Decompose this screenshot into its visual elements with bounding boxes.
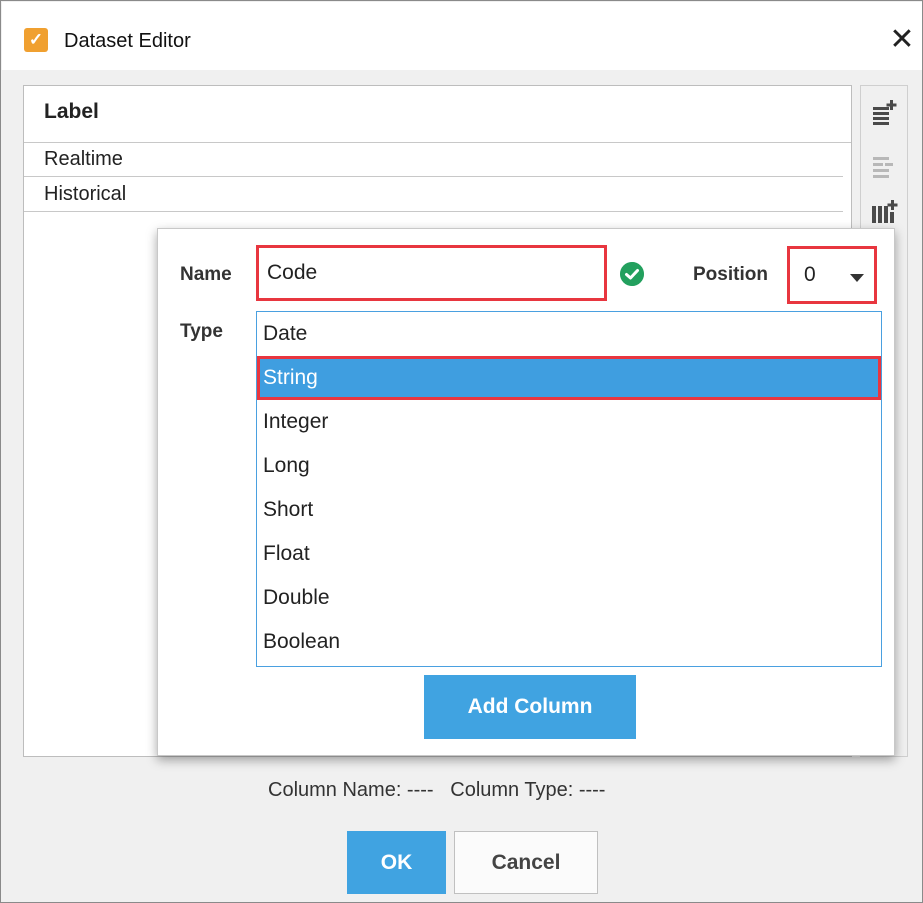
type-option-long[interactable]: Long [257,444,881,488]
type-option-double[interactable]: Double [257,576,881,620]
name-field-highlight [256,245,607,301]
add-column-icon[interactable] [869,196,899,226]
table-row[interactable]: Realtime [24,142,843,177]
name-label: Name [180,264,232,285]
type-option-string[interactable]: String [257,356,881,400]
type-label: Type [180,321,223,342]
type-list[interactable]: Date String Integer Long Short Float Dou… [256,311,882,667]
check-circle-icon [620,262,644,286]
table-row[interactable]: Historical [24,177,843,212]
type-option-boolean[interactable]: Boolean [257,620,881,664]
name-input[interactable] [265,254,597,292]
remove-row-icon[interactable] [869,152,899,182]
chevron-down-icon [850,274,864,282]
dataset-editor-icon: ✓ [24,28,48,52]
close-button[interactable]: ✕ [880,18,923,62]
position-dropdown[interactable]: 0 [787,246,877,304]
cancel-button[interactable]: Cancel [454,831,598,894]
column-header-text: Label [44,100,99,123]
column-info-text: Column Name: ---- Column Type: ---- [268,779,606,801]
title-bar: ✓ Dataset Editor ✕ [2,2,922,70]
window-title: Dataset Editor [64,30,191,52]
column-header-label[interactable]: Label [24,86,851,143]
type-option-integer[interactable]: Integer [257,400,881,444]
type-option-short[interactable]: Short [257,488,881,532]
position-label: Position [693,264,768,285]
ok-button[interactable]: OK [347,831,446,894]
type-option-date[interactable]: Date [257,312,881,356]
dataset-editor-window: ✓ Dataset Editor ✕ Label Realtime Histor… [0,0,923,903]
add-row-icon[interactable] [869,98,899,128]
position-value: 0 [804,263,816,286]
add-column-button[interactable]: Add Column [424,675,636,739]
type-option-float[interactable]: Float [257,532,881,576]
add-column-popup: Name Position 0 Type Date String Integer… [157,228,895,756]
